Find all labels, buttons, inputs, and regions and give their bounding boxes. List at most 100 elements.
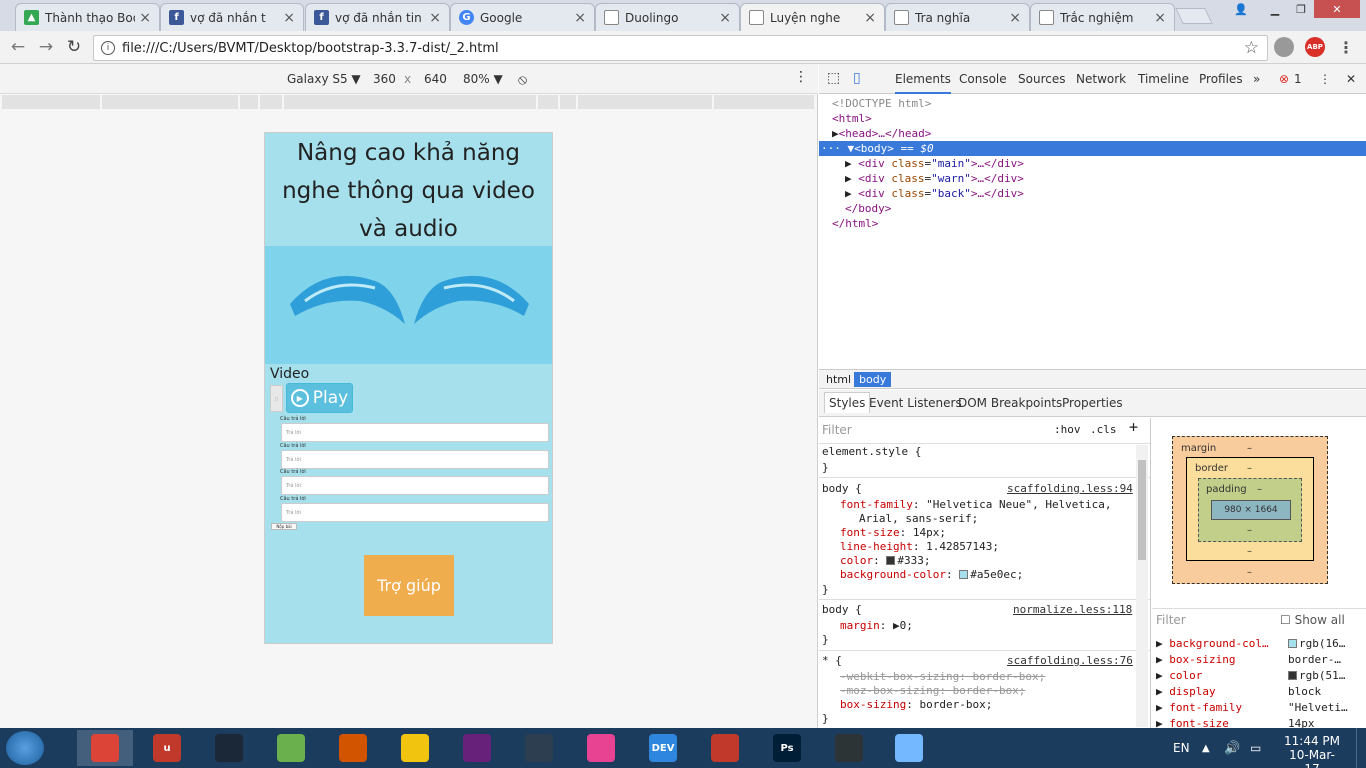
taskbar-button[interactable]: u bbox=[139, 730, 195, 766]
device-mode-icon[interactable]: ▯ bbox=[853, 70, 861, 86]
tab-styles[interactable]: Styles bbox=[824, 392, 871, 413]
element-style-rule[interactable]: element.style { bbox=[822, 445, 921, 459]
computed-row[interactable]: ▶ font-size bbox=[1156, 717, 1229, 728]
style-declaration[interactable]: line-height: 1.42857143; bbox=[840, 540, 999, 554]
universal-selector[interactable]: * { bbox=[822, 654, 842, 668]
answer-input[interactable]: Trả lời bbox=[281, 503, 549, 522]
clock[interactable]: 11:44 PM 10-Mar-17 bbox=[1282, 734, 1342, 768]
browser-tab[interactable]: ▲ Thành thạo Boo × bbox=[15, 3, 160, 31]
new-tab-button[interactable] bbox=[1175, 8, 1213, 24]
style-declaration[interactable]: margin: ▶0; bbox=[840, 619, 913, 633]
tray-expand-icon[interactable]: ▲ bbox=[1202, 728, 1210, 768]
color-swatch[interactable] bbox=[959, 570, 969, 579]
taskbar-button[interactable] bbox=[697, 730, 753, 766]
media-query-ruler[interactable] bbox=[2, 95, 816, 109]
devtools-menu-icon[interactable]: ⋮ bbox=[1319, 72, 1331, 86]
show-all-checkbox[interactable]: ☐ Show all bbox=[1280, 613, 1345, 627]
browser-tab[interactable]: Trắc nghiệm × bbox=[1030, 3, 1175, 31]
overridden-declaration[interactable]: -webkit-box-sizing: border-box; bbox=[840, 670, 1045, 684]
computed-row[interactable]: ▶ background-col… bbox=[1156, 637, 1269, 650]
show-desktop-button[interactable] bbox=[1356, 728, 1366, 768]
body-selector[interactable]: body { bbox=[822, 603, 862, 617]
close-window-icon[interactable]: ✕ bbox=[1314, 0, 1360, 18]
taskbar-button[interactable] bbox=[201, 730, 257, 766]
answer-input[interactable]: Trả lời bbox=[281, 476, 549, 495]
breadcrumb-body[interactable]: body bbox=[854, 372, 892, 387]
close-icon[interactable]: × bbox=[139, 10, 151, 26]
color-swatch[interactable] bbox=[886, 556, 896, 565]
margin-box[interactable]: margin – – border – – padding – 980 × 16… bbox=[1172, 436, 1328, 584]
error-icon[interactable]: ⊗ bbox=[1279, 72, 1289, 86]
border-box[interactable]: border – – padding – 980 × 1664 – bbox=[1186, 457, 1314, 561]
bookmark-star-icon[interactable]: ☆ bbox=[1244, 38, 1259, 58]
tab-timeline[interactable]: Timeline bbox=[1138, 72, 1189, 86]
html-close-node[interactable]: </html> bbox=[832, 216, 878, 231]
device-width-input[interactable]: 360 bbox=[373, 72, 396, 86]
minimize-icon[interactable]: ▁ bbox=[1262, 0, 1288, 18]
styles-scrollbar[interactable] bbox=[1136, 445, 1148, 727]
taskbar-button[interactable] bbox=[77, 730, 133, 766]
taskbar-button[interactable]: Ps bbox=[759, 730, 815, 766]
back-arrow-icon[interactable]: ← bbox=[8, 37, 28, 57]
taskbar-button[interactable] bbox=[387, 730, 443, 766]
more-tabs-icon[interactable]: » bbox=[1253, 72, 1260, 86]
forward-arrow-icon[interactable]: → bbox=[36, 37, 56, 57]
hov-toggle[interactable]: :hov bbox=[1054, 423, 1081, 437]
div-node[interactable]: ▶ <div class="back">…</div> bbox=[845, 186, 1024, 201]
breadcrumb-html[interactable]: html bbox=[821, 372, 856, 387]
head-node[interactable]: ▶<head>…</head> bbox=[832, 126, 931, 141]
source-link[interactable]: normalize.less:118 bbox=[1013, 603, 1132, 617]
help-button[interactable]: Trợ giúp bbox=[364, 555, 454, 616]
browser-tab[interactable]: Duolingo × bbox=[595, 3, 740, 31]
browser-tab-active[interactable]: Luyện nghe × bbox=[740, 3, 885, 31]
taskbar-button[interactable] bbox=[881, 730, 937, 766]
language-indicator[interactable]: EN bbox=[1173, 728, 1190, 768]
taskbar-button[interactable] bbox=[573, 730, 629, 766]
close-icon[interactable]: × bbox=[574, 10, 586, 26]
style-declaration[interactable]: font-size: 14px; bbox=[840, 526, 946, 540]
tab-profiles[interactable]: Profiles bbox=[1199, 72, 1243, 86]
overridden-declaration[interactable]: -moz-box-sizing: border-box; bbox=[840, 684, 1025, 698]
taskbar-button[interactable]: DEV bbox=[635, 730, 691, 766]
taskbar-button[interactable] bbox=[263, 730, 319, 766]
doctype-node[interactable]: <!DOCTYPE html> bbox=[832, 96, 931, 111]
div-node[interactable]: ▶ <div class="warn">…</div> bbox=[845, 171, 1024, 186]
computed-row[interactable]: ▶ box-sizing bbox=[1156, 653, 1235, 666]
body-close-node[interactable]: </body> bbox=[845, 201, 891, 216]
computed-row[interactable]: ▶ display bbox=[1156, 685, 1216, 698]
html-node[interactable]: <html> bbox=[832, 111, 872, 126]
tab-sources[interactable]: Sources bbox=[1018, 72, 1065, 86]
style-declaration[interactable]: background-color: #a5e0ec; bbox=[840, 568, 1023, 582]
cls-toggle[interactable]: .cls bbox=[1090, 423, 1117, 437]
browser-tab[interactable]: f vợ đã nhắn tin c × bbox=[305, 3, 450, 31]
device-menu-icon[interactable]: ⋮ bbox=[794, 69, 808, 85]
browser-tab[interactable]: G Google × bbox=[450, 3, 595, 31]
adblock-icon[interactable]: ABP bbox=[1305, 37, 1325, 57]
rotate-icon[interactable]: ⦸ bbox=[518, 72, 527, 88]
computed-row[interactable]: ▶ color bbox=[1156, 669, 1202, 682]
reload-icon[interactable]: ↻ bbox=[64, 37, 84, 57]
close-icon[interactable]: × bbox=[1009, 10, 1021, 26]
tab-event-listeners[interactable]: Event Listeners bbox=[869, 396, 962, 410]
answer-input[interactable]: Trả lời bbox=[281, 423, 549, 442]
start-button[interactable] bbox=[6, 731, 44, 765]
styles-filter-input[interactable]: Filter bbox=[822, 423, 852, 437]
body-selector[interactable]: body { bbox=[822, 482, 862, 496]
tab-network[interactable]: Network bbox=[1076, 72, 1126, 86]
tab-dom-breakpoints[interactable]: DOM Breakpoints bbox=[958, 396, 1062, 410]
tab-properties[interactable]: Properties bbox=[1062, 396, 1123, 410]
browser-tab[interactable]: f vợ đã nhắn t × bbox=[160, 3, 304, 31]
maximize-icon[interactable]: ❐ bbox=[1288, 0, 1314, 18]
browser-tab[interactable]: Tra nghĩa × bbox=[885, 3, 1030, 31]
close-icon[interactable]: × bbox=[283, 10, 295, 26]
play-button[interactable]: ▶ Play bbox=[286, 383, 353, 413]
answer-input[interactable]: Trả lời bbox=[281, 450, 549, 469]
chrome-menu-icon[interactable]: ⋮ bbox=[1336, 37, 1356, 57]
computed-row[interactable]: ▶ font-family bbox=[1156, 701, 1242, 714]
close-icon[interactable]: × bbox=[719, 10, 731, 26]
computed-filter-input[interactable]: Filter bbox=[1156, 613, 1186, 627]
zoom-select[interactable]: 80% ▼ bbox=[463, 72, 503, 86]
taskbar-button[interactable] bbox=[449, 730, 505, 766]
close-devtools-icon[interactable]: ✕ bbox=[1346, 72, 1356, 86]
close-icon[interactable]: × bbox=[864, 10, 876, 26]
